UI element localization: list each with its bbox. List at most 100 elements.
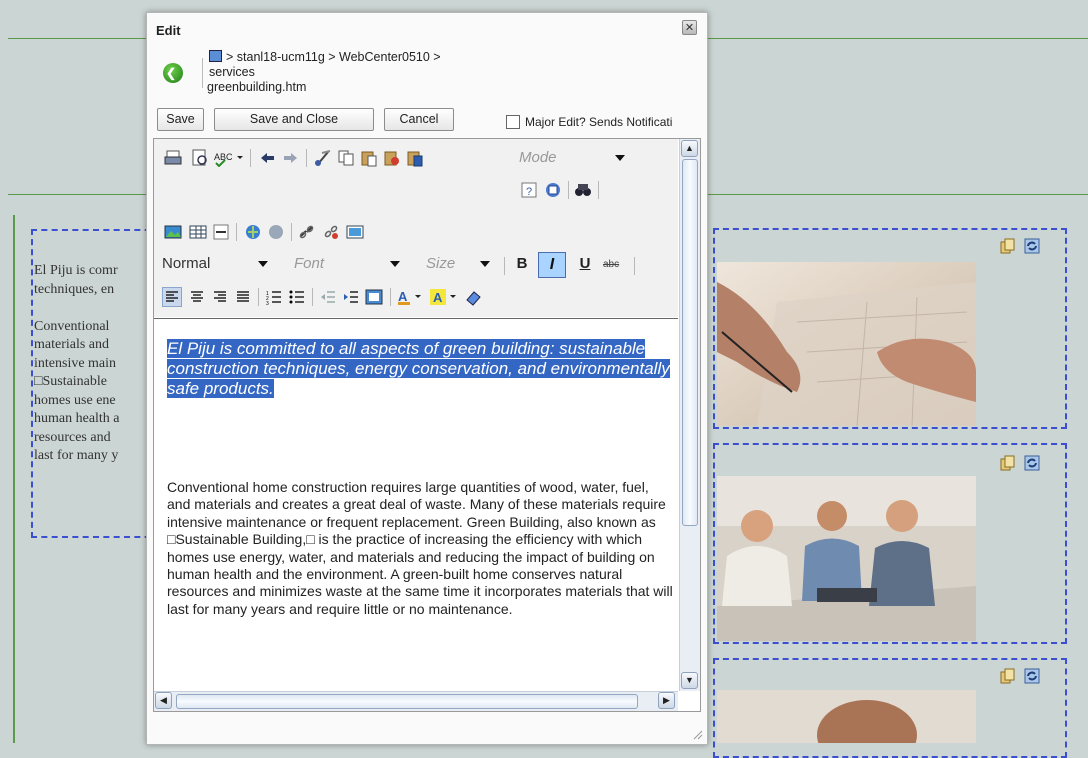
bg-line: homes use ene xyxy=(34,392,116,408)
toolbar-separator xyxy=(258,288,259,306)
find-icon[interactable] xyxy=(574,181,592,199)
horizontal-scroll-thumb[interactable] xyxy=(176,694,638,709)
close-icon[interactable]: ✕ xyxy=(682,20,697,35)
numbered-list-icon[interactable]: 123 xyxy=(265,288,283,306)
image-architect-hands xyxy=(717,262,976,426)
strikethrough-button[interactable]: abc xyxy=(603,259,619,270)
size-select[interactable]: Size xyxy=(426,252,494,276)
svg-text:A: A xyxy=(433,290,443,305)
refresh-icon[interactable] xyxy=(1024,238,1040,254)
format-select-value: Normal xyxy=(162,255,211,272)
scroll-right-icon[interactable]: ▶ xyxy=(658,692,675,709)
body-paragraph[interactable]: Conventional home construction requires … xyxy=(167,479,673,618)
table-icon[interactable] xyxy=(189,223,207,241)
bg-line: techniques, en xyxy=(34,281,115,297)
italic-button[interactable]: I xyxy=(538,252,566,278)
spellcheck-icon[interactable]: ABC xyxy=(214,149,244,167)
save-button[interactable]: Save xyxy=(157,108,204,131)
align-left-button[interactable] xyxy=(162,287,182,307)
mode-select[interactable]: Mode xyxy=(519,146,629,170)
chevron-down-icon xyxy=(615,155,625,161)
breadcrumb-folder[interactable]: services xyxy=(209,65,441,80)
refresh-icon[interactable] xyxy=(1024,668,1040,684)
print-icon[interactable] xyxy=(164,149,182,167)
preview-icon[interactable] xyxy=(191,149,209,167)
back-arrow-icon[interactable]: ❮ xyxy=(163,63,183,83)
bg-line: □Sustainable xyxy=(34,374,108,389)
image-region-3-tools xyxy=(1000,668,1040,684)
text-color-icon[interactable]: A xyxy=(397,288,425,306)
path-divider xyxy=(202,58,203,88)
breadcrumb-path[interactable]: > stanl18-ucm11g > WebCenter0510 > xyxy=(226,50,441,64)
toolbar-separator xyxy=(390,288,391,306)
major-edit-checkbox[interactable] xyxy=(506,115,520,129)
bullet-list-icon[interactable] xyxy=(288,288,306,306)
scroll-left-icon[interactable]: ◀ xyxy=(155,692,172,709)
insert-image-icon[interactable] xyxy=(346,223,364,241)
align-center-icon[interactable] xyxy=(188,288,206,306)
toolbar-separator xyxy=(568,181,569,199)
selected-text[interactable]: El Piju is committed to all aspects of g… xyxy=(167,339,677,399)
toolbar-separator xyxy=(236,223,237,241)
breadcrumb: > stanl18-ucm11g > WebCenter0510 > servi… xyxy=(207,50,441,95)
content-icon[interactable] xyxy=(1000,238,1016,254)
undo-icon[interactable] xyxy=(258,149,276,167)
background-color-icon[interactable]: A xyxy=(430,288,460,306)
bg-line: resources and xyxy=(34,429,111,445)
redo-icon[interactable] xyxy=(282,149,300,167)
hyperlink-icon[interactable] xyxy=(298,223,316,241)
unlink-icon[interactable] xyxy=(267,223,285,241)
mode-select-value: Mode xyxy=(519,149,557,166)
vertical-scroll-thumb[interactable] xyxy=(682,159,698,526)
chevron-down-icon xyxy=(390,261,400,267)
image-person-3 xyxy=(717,690,976,743)
scroll-down-icon[interactable]: ▼ xyxy=(681,672,698,689)
outdent-icon[interactable] xyxy=(319,288,337,306)
horizontal-scrollbar[interactable]: ◀ ▶ xyxy=(154,691,678,711)
scroll-up-icon[interactable]: ▲ xyxy=(681,140,698,157)
font-select[interactable]: Font xyxy=(294,252,404,276)
resize-grip-icon[interactable] xyxy=(691,728,703,740)
format-select[interactable]: Normal xyxy=(162,252,272,276)
image-region-2-tools xyxy=(1000,455,1040,471)
paste-icon[interactable] xyxy=(360,149,378,167)
copy-icon[interactable] xyxy=(337,149,355,167)
bg-line xyxy=(34,299,154,318)
underline-button[interactable]: U xyxy=(575,255,595,272)
content-rule-left xyxy=(13,215,15,743)
image-icon[interactable] xyxy=(164,223,182,241)
content-icon[interactable] xyxy=(1000,668,1016,684)
refresh-icon[interactable] xyxy=(1024,455,1040,471)
bg-line: human health a xyxy=(34,411,120,426)
link-icon[interactable] xyxy=(244,223,262,241)
toolbar-separator xyxy=(250,149,251,167)
content-icon[interactable] xyxy=(1000,455,1016,471)
paste-text-icon[interactable] xyxy=(383,149,401,167)
editor-content[interactable]: El Piju is committed to all aspects of g… xyxy=(154,319,678,691)
chevron-down-icon xyxy=(480,261,490,267)
justify-icon[interactable] xyxy=(234,288,252,306)
bg-line: last for many y xyxy=(34,448,119,463)
remove-link-icon[interactable] xyxy=(322,223,340,241)
save-and-close-button[interactable]: Save and Close xyxy=(214,108,374,131)
toolbar-separator xyxy=(634,257,635,275)
paste-word-icon[interactable] xyxy=(406,149,424,167)
vertical-scrollbar[interactable]: ▲ ▼ xyxy=(679,139,700,691)
bold-button[interactable]: B xyxy=(512,255,532,272)
indent-icon[interactable] xyxy=(342,288,360,306)
cut-icon[interactable] xyxy=(314,149,332,167)
cancel-button[interactable]: Cancel xyxy=(384,108,454,131)
block-icon[interactable] xyxy=(365,288,383,306)
toolbar-separator xyxy=(312,288,313,306)
toolbar-separator xyxy=(291,223,292,241)
toolbar-separator xyxy=(504,257,505,275)
help-icon[interactable]: ? xyxy=(520,181,538,199)
maximize-icon[interactable] xyxy=(544,181,562,199)
toolbar-separator xyxy=(598,181,599,199)
align-right-icon[interactable] xyxy=(211,288,229,306)
rich-text-editor: ABC Mode ? Normal Font Size B I U abc 1 … xyxy=(153,138,701,712)
horizontal-rule-icon[interactable] xyxy=(212,223,230,241)
image-region-1-tools xyxy=(1000,238,1040,254)
eraser-icon[interactable] xyxy=(464,288,482,306)
edit-dialog: Edit ✕ ❮ > stanl18-ucm11g > WebCenter051… xyxy=(146,12,708,745)
